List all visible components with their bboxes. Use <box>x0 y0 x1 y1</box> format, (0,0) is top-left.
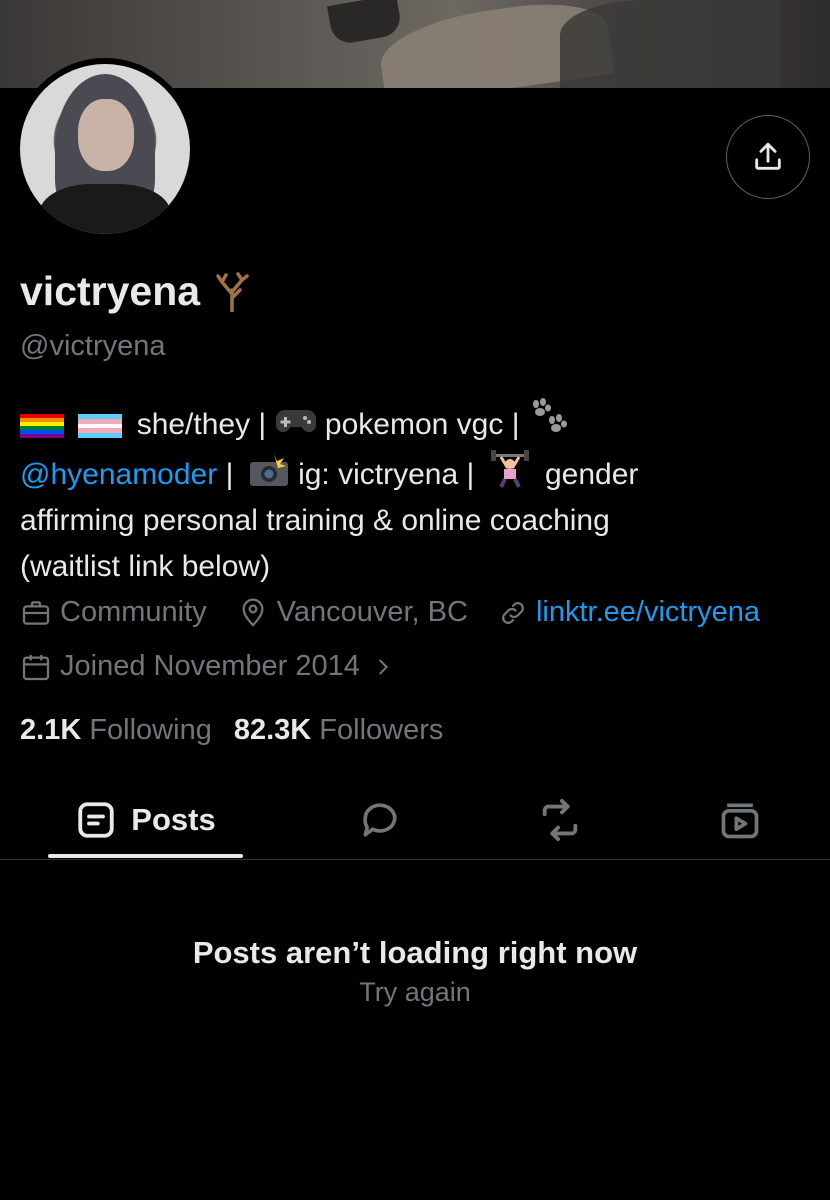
followers-stat[interactable]: 82.3K Followers <box>234 714 444 747</box>
profile-joined-row[interactable]: Joined November 2014 <box>20 650 424 683</box>
weightlifter-icon <box>490 450 529 488</box>
display-name: victryena <box>20 268 250 315</box>
repost-icon <box>542 798 578 842</box>
banner-image-detail <box>560 0 780 88</box>
bio-instagram: ig: victryena | <box>298 458 475 491</box>
share-icon <box>755 142 781 170</box>
paw-prints-icon <box>532 398 567 432</box>
tab-posts-label: Posts <box>131 802 216 837</box>
video-icon <box>721 803 759 839</box>
share-button[interactable] <box>726 115 810 199</box>
banner-image-detail <box>327 0 403 46</box>
bio-mention-link[interactable]: @hyenamoder <box>20 458 217 491</box>
trans-flag-icon <box>78 414 123 438</box>
meta-joined[interactable]: Joined November 2014 <box>20 650 394 683</box>
calendar-icon <box>22 654 50 680</box>
bio-pronouns: she/they | <box>136 408 267 441</box>
briefcase-icon <box>22 600 50 625</box>
tab-posts[interactable]: Posts <box>48 780 243 860</box>
category-text: Community <box>60 596 207 628</box>
location-text: Vancouver, BC <box>276 596 468 628</box>
link-icon <box>502 601 524 624</box>
display-name-text: victryena <box>20 268 201 314</box>
website-link[interactable]: linktr.ee/victryena <box>536 596 760 629</box>
avatar-detail <box>40 184 170 234</box>
game-controller-icon <box>275 410 316 433</box>
posts-icon <box>78 802 114 838</box>
tab-media[interactable] <box>700 780 780 860</box>
bio-gender: gender <box>544 458 639 491</box>
location-pin-icon <box>242 598 264 627</box>
meta-website[interactable]: linktr.ee/victryena <box>498 596 760 629</box>
rainbow-flag-icon <box>20 414 64 438</box>
tab-reposts[interactable] <box>520 780 600 860</box>
try-again-button[interactable]: Try again <box>0 977 830 1008</box>
chevron-right-icon <box>379 659 388 674</box>
meta-location: Vancouver, BC <box>237 596 468 629</box>
bio-separator: | <box>217 458 234 491</box>
avatar-detail <box>78 99 134 171</box>
active-tab-indicator <box>48 854 243 858</box>
tree-emoji-icon <box>216 271 249 312</box>
followers-label: Followers <box>319 714 444 746</box>
tab-replies[interactable] <box>340 780 420 860</box>
following-count: 2.1K <box>20 714 82 746</box>
bio-line: she/they | pokemon vgc | <box>20 398 810 448</box>
profile-bio: she/they | pokemon vgc | @hyenamoder | i… <box>20 398 810 590</box>
avatar-frame <box>14 58 196 240</box>
profile-meta-row: Community Vancouver, BC linktr.ee/victry… <box>20 596 760 629</box>
bio-game: pokemon vgc | <box>324 408 520 441</box>
following-label: Following <box>89 714 212 746</box>
reply-bubble-icon <box>363 803 397 837</box>
profile-handle: @victryena <box>20 330 166 362</box>
bio-line: affirming personal training & online coa… <box>20 504 610 537</box>
avatar[interactable] <box>20 64 190 234</box>
meta-category: Community <box>20 596 207 629</box>
bio-line: @hyenamoder | ig: victryena | gender <box>20 448 810 498</box>
profile-tabs: Posts <box>0 780 830 860</box>
following-stat[interactable]: 2.1K Following <box>20 714 212 747</box>
camera-flash-icon <box>249 454 288 486</box>
followers-count: 82.3K <box>233 714 312 746</box>
feed-error-message: Posts aren’t loading right now <box>192 935 638 970</box>
joined-text: Joined November 2014 <box>60 650 360 682</box>
bio-line: (waitlist link below) <box>20 550 271 583</box>
profile-stats: 2.1K Following 82.3K Followers <box>20 714 443 747</box>
